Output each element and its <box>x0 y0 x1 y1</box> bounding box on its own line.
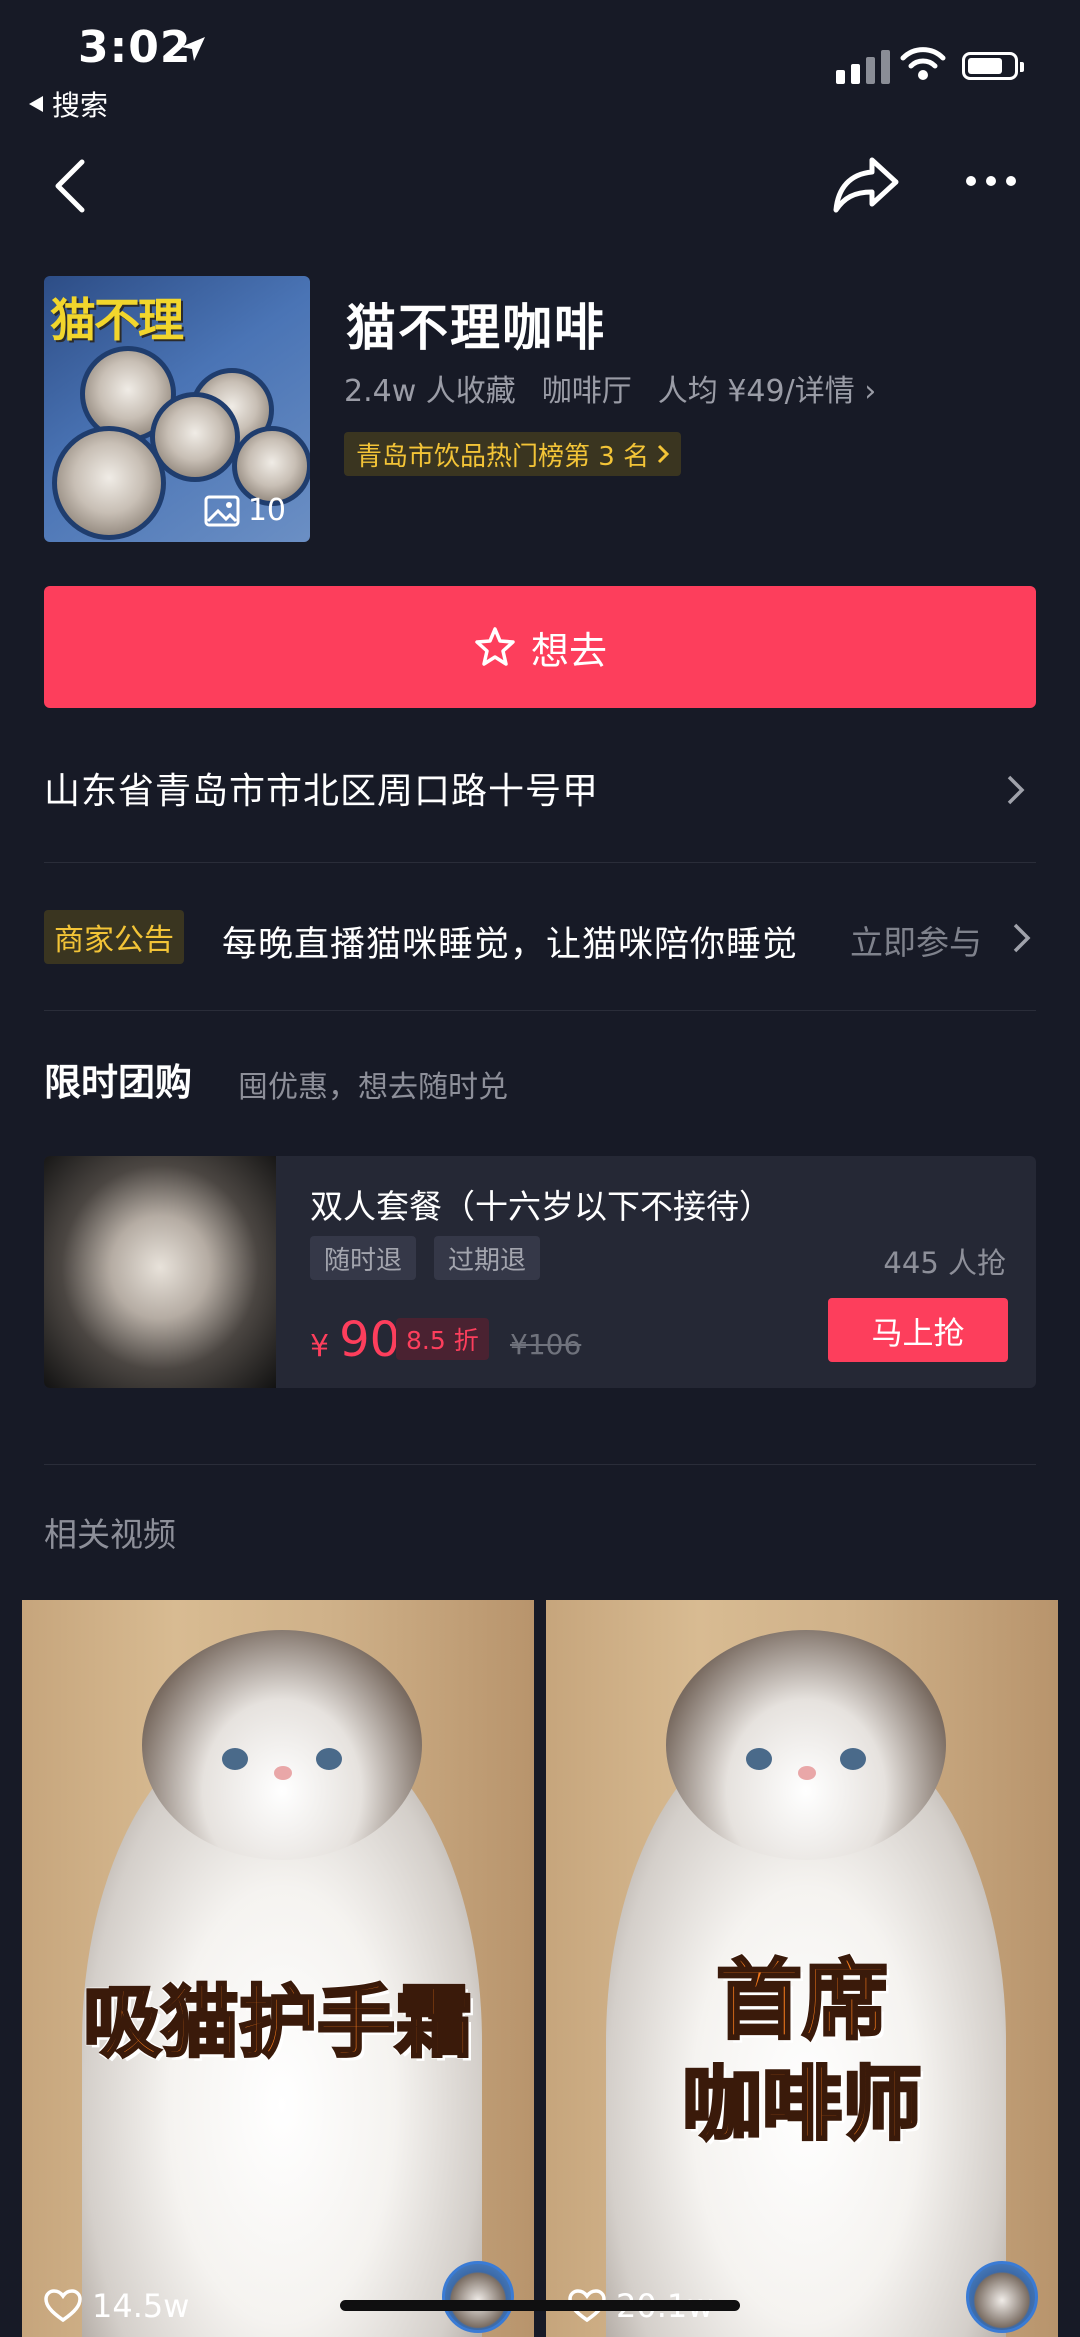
divider <box>44 862 1036 863</box>
currency-symbol: ¥ <box>310 1329 330 1364</box>
back-app-label: 搜索 <box>52 89 109 122</box>
deal-title: 双人套餐（十六岁以下不接待） <box>310 1187 772 1226</box>
deal-sold-count: 445 人抢 <box>883 1246 1006 1280</box>
rank-label: 青岛市饮品热门榜第 3 名 <box>356 441 650 472</box>
shop-name: 猫不理咖啡 <box>346 299 606 357</box>
gallery-icon <box>204 495 240 526</box>
deal-card[interactable]: 双人套餐（十六岁以下不接待） 随时退 过期退 445 人抢 ¥ 90 8.5 折… <box>44 1156 1036 1388</box>
shop-avg-price: 人均 ¥49/详情 › <box>657 374 877 409</box>
signal-icon <box>836 50 890 84</box>
deal-original-price: ¥106 <box>510 1328 582 1361</box>
deal-price: ¥ 90 <box>310 1312 400 1368</box>
heart-icon <box>44 2289 82 2323</box>
video-card[interactable]: 吸猫护手霜 14.5w <box>22 1600 534 2337</box>
shop-favorites: 2.4w 人收藏 <box>344 374 516 409</box>
avatar[interactable] <box>442 2261 514 2333</box>
deal-tag: 随时退 <box>310 1236 417 1280</box>
divider <box>44 1464 1036 1465</box>
likes-count: 14.5w <box>92 2287 190 2325</box>
photo-count: 10 <box>204 493 286 528</box>
share-icon[interactable] <box>832 156 902 214</box>
shop-category: 咖啡厅 <box>541 374 632 409</box>
video-likes: 14.5w <box>44 2287 189 2325</box>
notice-text: 每晚直播猫咪睡觉，让猫咪陪你睡觉 <box>222 925 799 965</box>
notice-tag: 商家公告 <box>44 910 184 964</box>
back-chevron-icon[interactable] <box>52 158 88 214</box>
shop-logo-text: 猫不理 <box>50 293 184 347</box>
avatar[interactable] <box>966 2261 1038 2333</box>
deal-tag: 过期退 <box>434 1236 541 1280</box>
related-videos-title: 相关视频 <box>44 1515 176 1554</box>
divider <box>44 1010 1036 1011</box>
video-overlay-text: 咖啡师 <box>681 2057 924 2153</box>
video-card[interactable]: 首席 咖啡师 20.1w <box>546 1600 1058 2337</box>
chevron-right-icon[interactable] <box>1006 774 1026 806</box>
rank-badge[interactable]: 青岛市饮品热门榜第 3 名 <box>344 432 682 476</box>
want-to-go-button[interactable]: 想去 <box>44 586 1036 708</box>
chevron-right-icon <box>658 444 670 464</box>
shop-address[interactable]: 山东省青岛市市北区周口路十号甲 <box>44 762 599 814</box>
shop-thumbnail[interactable]: 猫不理 10 <box>44 276 310 542</box>
battery-icon <box>962 52 1024 80</box>
deal-image <box>44 1156 276 1388</box>
deal-discount-badge: 8.5 折 <box>396 1318 489 1360</box>
video-overlay-text: 吸猫护手霜 <box>81 1977 474 2070</box>
star-icon <box>475 627 515 666</box>
back-to-app-link[interactable]: 搜索 <box>28 84 108 124</box>
wifi-icon <box>900 47 946 80</box>
back-triangle-icon <box>29 96 43 112</box>
chevron-right-icon[interactable] <box>1012 922 1032 954</box>
grab-now-button[interactable]: 马上抢 <box>828 1298 1008 1362</box>
video-overlay-text: 首席 <box>715 1950 890 2053</box>
group-buy-title: 限时团购 <box>44 1061 192 1104</box>
price-value: 90 <box>339 1312 401 1368</box>
shop-meta[interactable]: 2.4w 人收藏 咖啡厅 人均 ¥49/详情 › <box>344 366 876 410</box>
photo-count-label: 10 <box>247 493 286 528</box>
home-indicator[interactable] <box>340 2300 740 2311</box>
notice-join-link[interactable]: 立即参与 <box>850 916 982 964</box>
want-to-go-label: 想去 <box>530 628 607 673</box>
location-arrow-icon <box>181 37 205 61</box>
group-buy-subtitle: 囤优惠，想去随时兑 <box>238 1070 508 1105</box>
more-options-icon[interactable] <box>966 176 1016 186</box>
status-time: 3:02 <box>78 22 192 73</box>
